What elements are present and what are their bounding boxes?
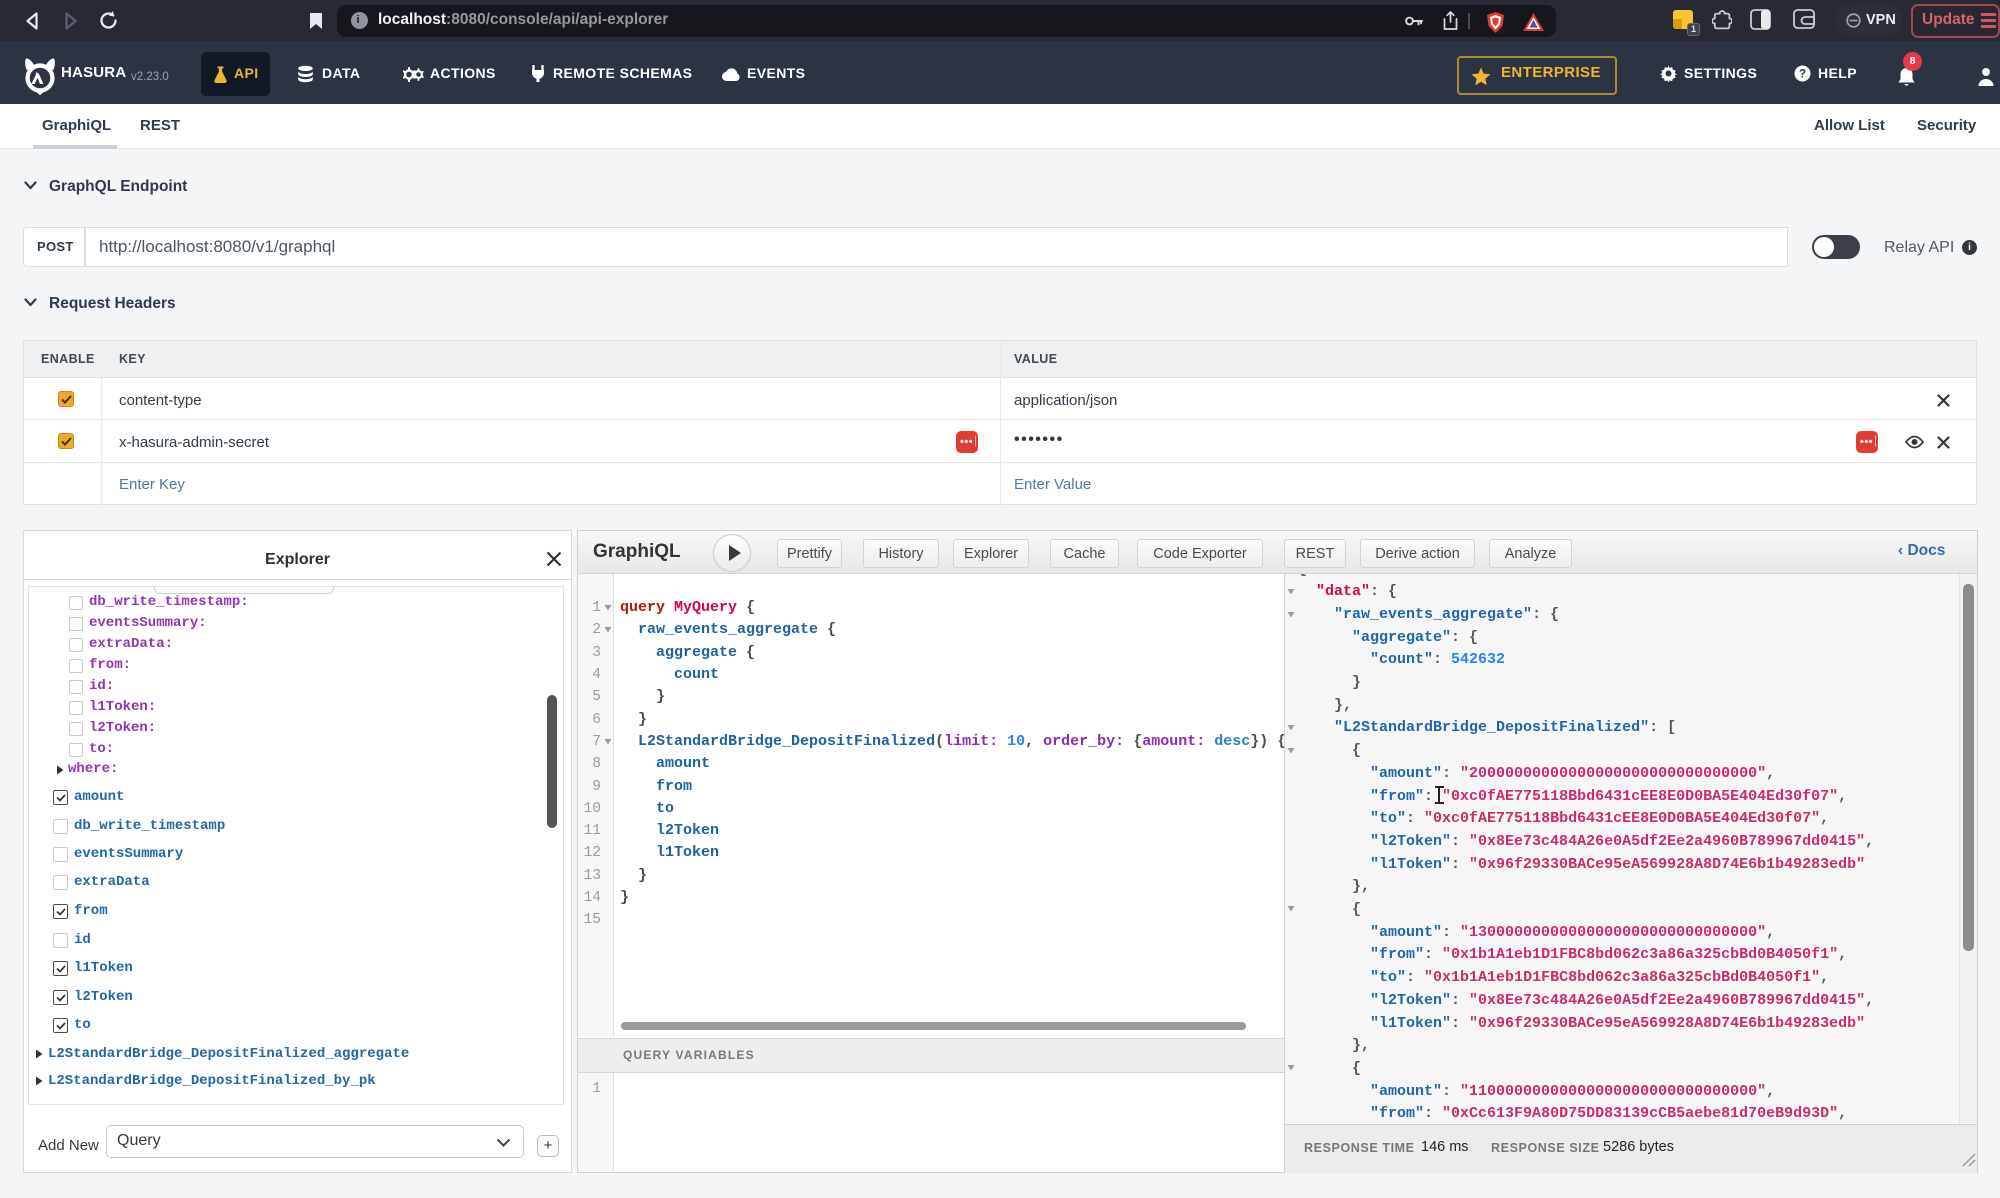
svg-text:?: ?	[1799, 68, 1806, 80]
